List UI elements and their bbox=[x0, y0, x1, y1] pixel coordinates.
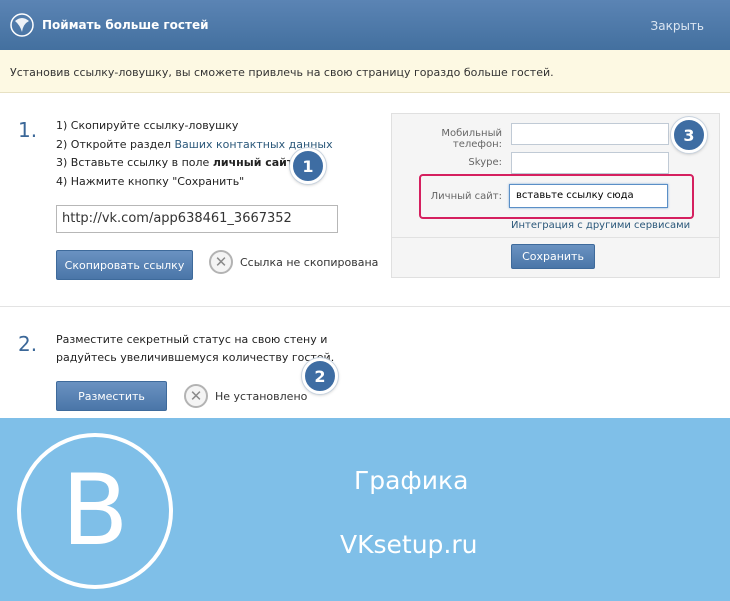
mobile-label: Мобильный телефон: bbox=[441, 128, 502, 150]
copy-link-button[interactable]: Скопировать ссылку bbox=[56, 250, 193, 280]
section-divider bbox=[0, 306, 730, 307]
notice-bar: Установив ссылку-ловушку, вы сможете при… bbox=[0, 50, 730, 93]
trap-logo-icon bbox=[10, 13, 34, 37]
step-1-instructions: 1) Скопируйте ссылку-ловушку 2) Откройте… bbox=[56, 117, 333, 191]
notice-text: Установив ссылку-ловушку, вы сможете при… bbox=[10, 66, 554, 79]
skype-label: Skype: bbox=[468, 157, 502, 168]
mobile-phone-input[interactable] bbox=[511, 123, 669, 145]
site-label: Личный сайт: bbox=[430, 191, 502, 202]
panel-divider bbox=[392, 237, 719, 238]
not-done-icon: ✕ bbox=[209, 250, 233, 274]
place-status-text: Не установлено bbox=[215, 389, 308, 403]
close-link[interactable]: Закрыть bbox=[651, 19, 704, 33]
save-button[interactable]: Сохранить bbox=[511, 244, 595, 269]
skype-input[interactable] bbox=[511, 152, 669, 174]
dialog-header: Поймать больше гостей Закрыть bbox=[0, 0, 730, 50]
instruction-line-2-text: 2) Откройте раздел bbox=[56, 137, 175, 151]
step-badge-2: 2 bbox=[302, 358, 338, 394]
step-badge-1: 1 bbox=[290, 148, 326, 184]
promo-line-2: VKsetup.ru bbox=[340, 530, 478, 559]
dialog-title: Поймать больше гостей bbox=[42, 18, 209, 32]
instruction-line-2: 2) Откройте раздел Ваших контактных данн… bbox=[56, 136, 333, 155]
copy-status-text: Ссылка не скопирована bbox=[240, 255, 379, 269]
promo-banner: B Графика VKsetup.ru bbox=[0, 418, 730, 601]
instruction-line-3-text: 3) Вставьте ссылку в поле bbox=[56, 156, 213, 169]
personal-site-input[interactable]: вставьте ссылку сюда bbox=[509, 184, 668, 208]
vk-logo-icon: B bbox=[17, 433, 173, 589]
step-1-number: 1. bbox=[18, 118, 38, 142]
place-status: ✕ Не установлено bbox=[184, 384, 307, 408]
instruction-line-1: 1) Скопируйте ссылку-ловушку bbox=[56, 119, 239, 132]
trap-link-field[interactable]: http://vk.com/app638461_3667352 bbox=[56, 205, 338, 233]
not-installed-icon: ✕ bbox=[184, 384, 208, 408]
step-badge-3: 3 bbox=[671, 117, 707, 153]
promo-line-1: Графика bbox=[354, 466, 469, 495]
copy-status: ✕ Ссылка не скопирована bbox=[209, 250, 378, 274]
step-2-number: 2. bbox=[18, 332, 38, 356]
place-button[interactable]: Разместить bbox=[56, 381, 167, 411]
instruction-line-4: 4) Нажмите кнопку "Сохранить" bbox=[56, 174, 245, 188]
instruction-line-3-bold: личный сайт bbox=[212, 156, 294, 169]
integration-link[interactable]: Интеграция с другими сервисами bbox=[511, 220, 690, 231]
